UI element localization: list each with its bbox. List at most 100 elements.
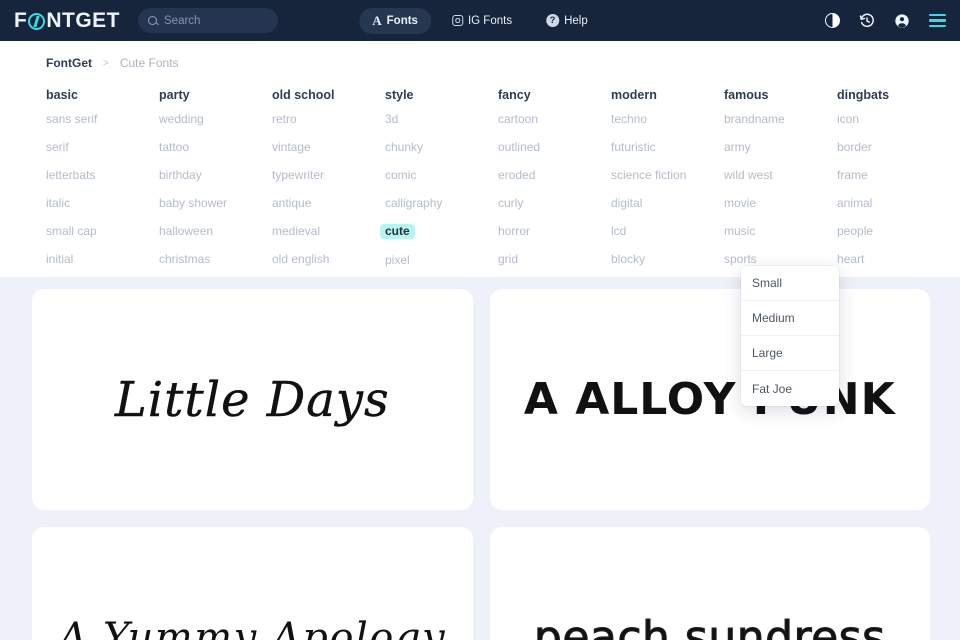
category-item[interactable]: icon (837, 113, 859, 126)
category-item[interactable]: people (837, 225, 873, 238)
category-item[interactable]: lcd (611, 225, 626, 238)
category-item[interactable]: blocky (611, 253, 645, 266)
category-item[interactable]: cartoon (498, 113, 538, 126)
category-item[interactable]: techno (611, 113, 647, 126)
category-item[interactable]: retro (272, 113, 297, 126)
font-card[interactable]: Little Days (32, 289, 473, 510)
font-sample-text: A ALLOY PUNK (523, 374, 896, 425)
category-item[interactable]: outlined (498, 141, 540, 154)
search-icon (148, 16, 157, 25)
category-item[interactable]: science fiction (611, 169, 686, 182)
category-item[interactable]: calligraphy (385, 197, 442, 210)
menu-option-fat-joe[interactable]: Fat Joe (741, 371, 839, 406)
category-item[interactable]: initial (46, 253, 73, 266)
menu-option-large[interactable]: Large (741, 336, 839, 371)
logo-bolt-icon (28, 13, 46, 30)
category-item[interactable]: vintage (272, 141, 311, 154)
category-title[interactable]: fancy (498, 88, 611, 102)
category-item[interactable]: birthday (159, 169, 202, 182)
category-title[interactable]: party (159, 88, 272, 102)
category-item[interactable]: serif (46, 141, 69, 154)
category-column-fancy: fancy cartoon outlined eroded curly horr… (498, 88, 611, 281)
category-item[interactable]: medieval (272, 225, 320, 238)
history-icon[interactable] (859, 13, 875, 29)
question-circle-icon: ? (546, 14, 560, 27)
menu-option-small[interactable]: Small (741, 266, 839, 301)
category-title[interactable]: dingbats (837, 88, 950, 102)
category-item[interactable]: halloween (159, 225, 213, 238)
menu-icon[interactable] (929, 13, 946, 28)
category-item[interactable]: music (724, 225, 755, 238)
category-item[interactable]: curly (498, 197, 523, 210)
category-item[interactable]: old english (272, 253, 329, 266)
nav-label-ig-fonts: IG Fonts (467, 14, 513, 27)
logo[interactable]: F NTGET (14, 9, 120, 33)
category-item[interactable]: eroded (498, 169, 535, 182)
category-item[interactable]: pixel (385, 254, 410, 267)
category-title[interactable]: modern (611, 88, 724, 102)
category-item[interactable]: brandname (724, 113, 785, 126)
category-title[interactable]: style (385, 88, 498, 102)
category-item[interactable]: 3d (385, 113, 398, 126)
menu-option-medium[interactable]: Medium (741, 301, 839, 336)
nav-label-help: Help (564, 14, 588, 27)
category-item[interactable]: tattoo (159, 141, 189, 154)
category-item[interactable]: heart (837, 253, 864, 266)
category-item-cute-selected[interactable]: cute (380, 224, 415, 239)
category-item[interactable]: frame (837, 169, 868, 182)
category-item[interactable]: typewriter (272, 169, 324, 182)
breadcrumb-current: Cute Fonts (119, 56, 179, 70)
logo-text-prefix: F (14, 8, 28, 32)
logo-text-suffix: NTGET (46, 8, 120, 32)
preview-size-dropdown-menu[interactable]: Small Medium Large Fat Joe (741, 266, 839, 406)
category-column-famous: famous brandname army wild west movie mu… (724, 88, 837, 281)
category-column-dingbats: dingbats icon border frame animal people… (837, 88, 950, 281)
contrast-icon[interactable] (825, 13, 840, 28)
category-item[interactable]: movie (724, 197, 756, 210)
category-title[interactable]: basic (46, 88, 159, 102)
category-column-party: party wedding tattoo birthday baby showe… (159, 88, 272, 281)
category-item[interactable]: baby shower (159, 197, 227, 210)
breadcrumb-root[interactable]: FontGet (46, 56, 92, 70)
category-item[interactable]: comic (385, 169, 416, 182)
nav-item-fonts[interactable]: A Fonts (359, 7, 431, 34)
category-item[interactable]: sans serif (46, 113, 97, 126)
category-column-old-school: old school retro vintage typewriter anti… (272, 88, 385, 281)
account-icon[interactable] (894, 13, 910, 29)
category-item[interactable]: army (724, 141, 751, 154)
font-sample-text: A Yummy Apology (58, 614, 447, 640)
category-item[interactable]: animal (837, 197, 872, 210)
category-column-basic: basic sans serif serif letterbats italic… (46, 88, 159, 281)
category-title[interactable]: famous (724, 88, 837, 102)
category-item[interactable]: italic (46, 197, 70, 210)
font-card[interactable]: A ALLOY PUNK (489, 289, 930, 510)
nav-item-help[interactable]: ? Help (533, 9, 601, 32)
category-column-style: style 3d chunky comic calligraphy cute p… (380, 88, 498, 281)
category-item[interactable]: horror (498, 225, 530, 238)
instagram-icon (451, 15, 463, 26)
category-item[interactable]: digital (611, 197, 642, 210)
letter-a-icon: A (372, 12, 382, 28)
category-item[interactable]: chunky (385, 141, 423, 154)
category-item[interactable]: sports (724, 253, 757, 266)
category-item[interactable]: christmas (159, 253, 210, 266)
category-item[interactable]: wild west (724, 169, 773, 182)
fontget-app: F NTGET Search A Fonts IG Fonts ? Help F… (0, 0, 960, 640)
search-input[interactable]: Search (138, 8, 278, 33)
category-item[interactable]: grid (498, 253, 518, 266)
category-item[interactable]: border (837, 141, 872, 154)
category-column-modern: modern techno futuristic science fiction… (611, 88, 724, 281)
category-title[interactable]: old school (272, 88, 385, 102)
font-card[interactable]: peach sundress (489, 527, 930, 640)
header-actions (825, 13, 946, 29)
category-item[interactable]: antique (272, 197, 311, 210)
category-item[interactable]: small cap (46, 225, 97, 238)
font-card[interactable]: A Yummy Apology (32, 527, 473, 640)
nav-item-ig-fonts[interactable]: IG Fonts (439, 10, 525, 32)
category-item[interactable]: wedding (159, 113, 204, 126)
font-sample-text: Little Days (114, 371, 390, 428)
header-nav: A Fonts IG Fonts ? Help (359, 7, 601, 34)
category-item[interactable]: letterbats (46, 169, 95, 182)
app-header: F NTGET Search A Fonts IG Fonts ? Help (0, 0, 960, 41)
category-item[interactable]: futuristic (611, 141, 656, 154)
